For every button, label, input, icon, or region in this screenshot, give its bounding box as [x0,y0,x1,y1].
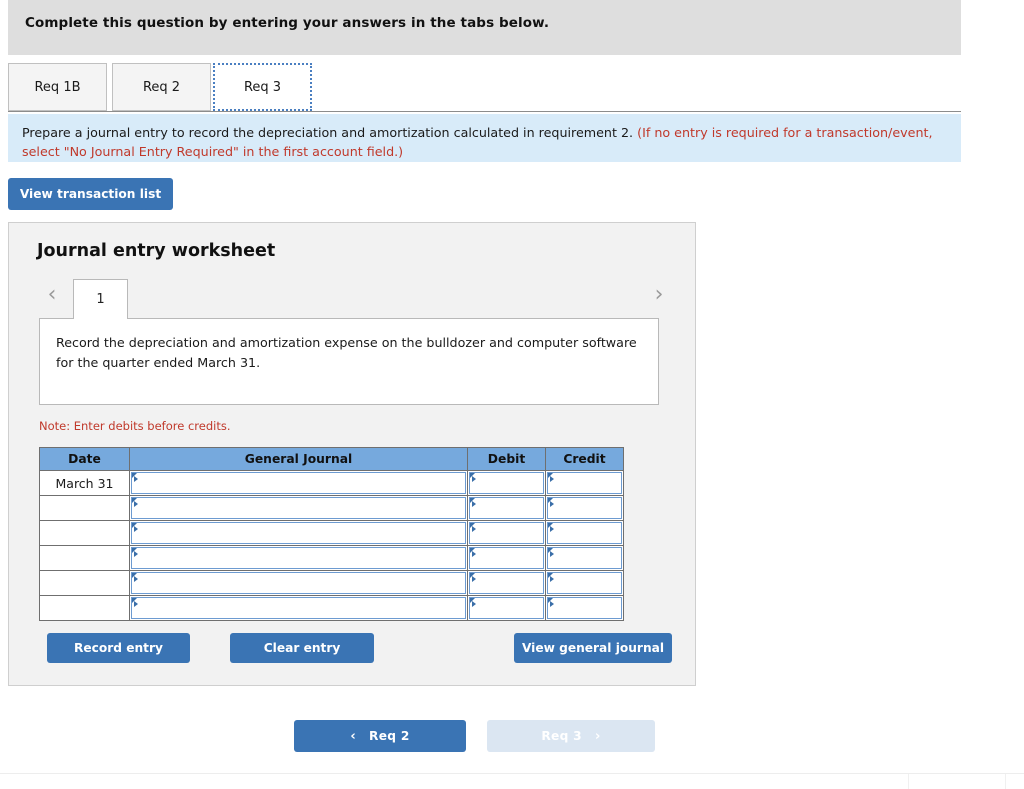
table-row [39,520,624,546]
debit-input-0[interactable] [469,472,544,494]
cell-debit-5[interactable] [467,595,546,621]
credit-input-0[interactable] [547,472,622,494]
cell-general-journal-3[interactable] [129,545,468,571]
cell-date-1 [39,495,130,521]
worksheet-title: Journal entry worksheet [37,241,276,261]
nav-previous-label: Req 2 [369,729,410,743]
bottom-divider [0,773,1024,774]
tab-req-2-label: Req 2 [142,79,181,95]
cell-credit-5[interactable] [545,595,624,621]
table-row [39,595,624,621]
cell-debit-2[interactable] [467,520,546,546]
entry-page-number: 1 [96,292,105,307]
debit-input-1[interactable] [469,497,544,519]
debit-input-4[interactable] [469,572,544,594]
account-select-0[interactable] [131,472,466,494]
credit-input-1[interactable] [547,497,622,519]
account-select-4[interactable] [131,572,466,594]
cell-general-journal-4[interactable] [129,570,468,596]
tab-req-3[interactable]: Req 3 [213,63,312,111]
debits-before-credits-note: Note: Enter debits before credits. [39,419,231,433]
cell-date-2 [39,520,130,546]
table-row [39,495,624,521]
nav-previous-req-2-button[interactable]: ‹ Req 2 [294,720,466,752]
cell-debit-1[interactable] [467,495,546,521]
credit-input-2[interactable] [547,522,622,544]
entry-page-tab-1[interactable]: 1 [73,279,128,319]
banner-text: Complete this question by entering your … [25,15,550,31]
cell-general-journal-0[interactable] [129,470,468,496]
next-entry-arrow-icon[interactable]: › [646,281,672,309]
requirement-tabs: Req 1B Req 2 Req 3 [8,63,961,113]
cell-credit-0[interactable] [545,470,624,496]
chevron-left-icon: ‹ [350,728,357,744]
tab-req-3-label: Req 3 [243,79,282,95]
bottom-separator-2 [1005,774,1006,789]
instruction-paragraph: Prepare a journal entry to record the de… [22,123,947,161]
credit-input-4[interactable] [547,572,622,594]
table-header-row: Date General Journal Debit Credit [39,447,624,471]
instruction-main-text: Prepare a journal entry to record the de… [22,125,638,140]
cell-date-3 [39,545,130,571]
table-row [39,570,624,596]
column-header-credit: Credit [545,447,624,471]
nav-next-req-3-button[interactable]: Req 3 › [487,720,655,752]
journal-entry-worksheet-panel: Journal entry worksheet ‹ › 1 Record the… [8,222,696,686]
cell-debit-0[interactable] [467,470,546,496]
record-entry-button[interactable]: Record entry [47,633,190,663]
question-banner: Complete this question by entering your … [8,0,961,55]
tab-req-1b[interactable]: Req 1B [8,63,107,111]
previous-entry-arrow-icon[interactable]: ‹ [39,281,65,309]
debit-input-2[interactable] [469,522,544,544]
table-row: March 31 [39,470,624,496]
instruction-panel: Prepare a journal entry to record the de… [8,114,961,162]
cell-general-journal-5[interactable] [129,595,468,621]
nav-next-label: Req 3 [541,729,582,743]
cell-debit-4[interactable] [467,570,546,596]
entry-description-box: Record the depreciation and amortization… [39,318,659,405]
cell-debit-3[interactable] [467,545,546,571]
account-select-5[interactable] [131,597,466,619]
entry-description-text: Record the depreciation and amortization… [56,335,637,370]
account-select-2[interactable] [131,522,466,544]
debit-input-3[interactable] [469,547,544,569]
credit-input-3[interactable] [547,547,622,569]
account-select-1[interactable] [131,497,466,519]
account-select-3[interactable] [131,547,466,569]
clear-entry-button[interactable]: Clear entry [230,633,374,663]
cell-credit-4[interactable] [545,570,624,596]
cell-general-journal-1[interactable] [129,495,468,521]
view-general-journal-button[interactable]: View general journal [514,633,672,663]
view-transaction-list-button[interactable]: View transaction list [8,178,173,210]
tab-req-2[interactable]: Req 2 [112,63,211,111]
cell-date-5 [39,595,130,621]
cell-credit-3[interactable] [545,545,624,571]
cell-date-4 [39,570,130,596]
cell-credit-1[interactable] [545,495,624,521]
journal-entry-table: Date General Journal Debit Credit March … [39,447,624,621]
column-header-debit: Debit [467,447,546,471]
tabstrip-baseline [8,111,961,112]
journal-entry-table-body: March 31 [39,470,624,621]
chevron-right-icon: › [594,728,601,744]
cell-date-0: March 31 [39,470,130,496]
debit-input-5[interactable] [469,597,544,619]
credit-input-5[interactable] [547,597,622,619]
cell-credit-2[interactable] [545,520,624,546]
table-row [39,545,624,571]
column-header-general-journal: General Journal [129,447,468,471]
cell-general-journal-2[interactable] [129,520,468,546]
bottom-separator-1 [908,774,909,789]
column-header-date: Date [39,447,130,471]
tab-req-1b-label: Req 1B [34,79,81,95]
